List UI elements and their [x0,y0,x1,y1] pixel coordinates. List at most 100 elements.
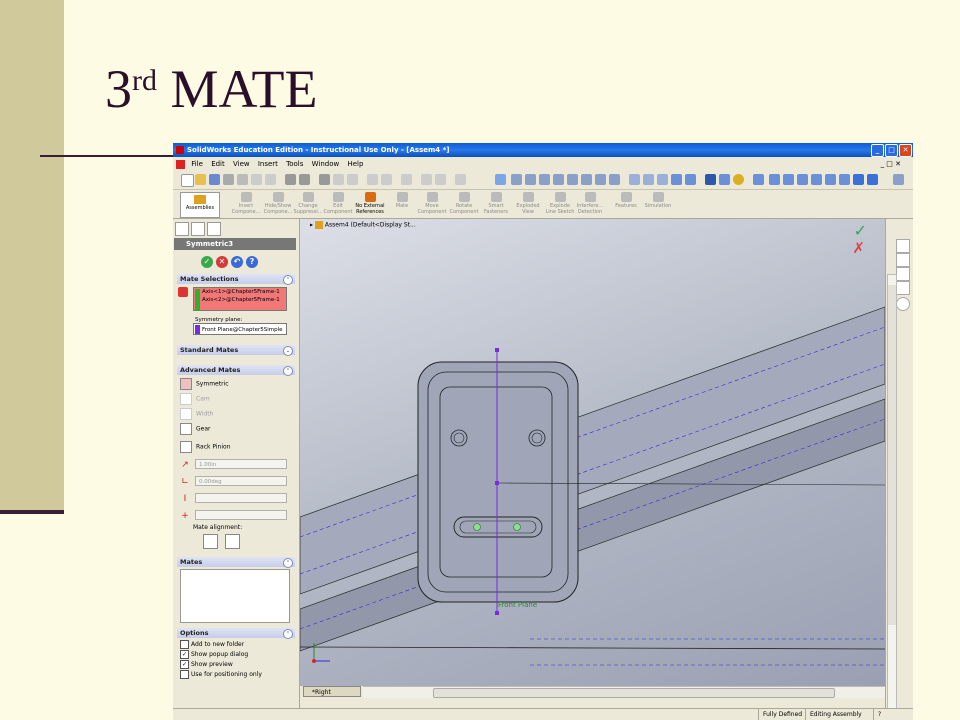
options-header[interactable]: Options ⌃ [177,628,295,639]
add-to-new-folder-option[interactable]: Add to new folder [180,640,244,650]
smart-dimension-icon[interactable] [381,174,392,185]
distance-input[interactable]: 1.00in [195,459,287,469]
horizontal-scrollbar[interactable] [363,686,885,698]
menu-file[interactable]: File [191,160,203,168]
perspective-icon[interactable] [719,174,730,185]
front-view-icon[interactable] [753,174,764,185]
normal-to-icon[interactable] [893,174,904,185]
isometric-view-icon[interactable] [839,174,850,185]
options-icon[interactable] [347,174,358,185]
right-view-icon[interactable] [797,174,808,185]
top-view-icon[interactable] [811,174,822,185]
upper-limit-input[interactable] [195,493,287,503]
cut-icon[interactable] [237,174,248,185]
view-palette-icon[interactable] [896,281,910,295]
checkbox[interactable] [180,670,189,679]
show-popup-dialog-option[interactable]: ✓ Show popup dialog [180,650,248,660]
new-icon[interactable] [181,174,194,187]
hole-icon[interactable] [401,174,412,185]
open-icon[interactable] [195,174,206,185]
checkbox[interactable]: ✓ [180,650,189,659]
shadows-icon[interactable] [705,174,716,185]
command-button[interactable]: Mate [387,192,417,216]
sketch-icon[interactable] [367,174,378,185]
mate-symmetric-option[interactable]: Symmetric [180,378,229,390]
mate-selection-item[interactable]: Axis<1>@Chapter5Frame-1 [202,288,286,296]
graphics-area[interactable]: ▸ Assem4 (Default<Display St... ✓ ✗ Fron… [300,219,885,686]
checkbox[interactable]: ✓ [180,660,189,669]
command-button[interactable]: Move Component [417,192,447,216]
menu-insert[interactable]: Insert [258,160,278,168]
collapse-pane-icon[interactable] [896,297,910,311]
status-help-icon[interactable]: ? [873,709,885,720]
command-button[interactable]: Change Suppressi... [293,192,323,216]
view-tab-right[interactable]: *Right [303,686,361,697]
collapse-icon[interactable]: ⌃ [283,275,293,285]
lower-limit-input[interactable] [195,510,287,520]
menu-window[interactable]: Window [312,160,340,168]
bottom-view-icon[interactable] [825,174,836,185]
show-preview-option[interactable]: ✓ Show preview [180,660,233,670]
mate-cam-option[interactable]: Cam [180,393,210,405]
measure-icon[interactable] [495,174,506,185]
help-button[interactable]: ? [246,256,258,268]
menu-help[interactable]: Help [347,160,363,168]
shaded-icon[interactable] [685,174,696,185]
view-orientation-icon[interactable] [609,174,620,185]
command-button[interactable]: Explode Line Sketch [545,192,575,216]
command-button[interactable]: No External References [355,192,385,216]
cancel-button[interactable]: ✕ [216,256,228,268]
advanced-mates-header[interactable]: Advanced Mates ⌃ [177,365,295,376]
mates-header[interactable]: Mates ⌃ [177,557,295,568]
wireframe-icon[interactable] [629,174,640,185]
command-button[interactable]: Insert Compone... [231,192,261,216]
rotate-icon[interactable] [567,174,578,185]
command-button[interactable]: Smart Fasteners [481,192,511,216]
mate-rack-pinion-option[interactable]: Rack Pinion [180,441,231,453]
anti-aligned-button[interactable] [225,534,240,549]
hidden-lines-visible-icon[interactable] [643,174,654,185]
feature-tree-tab[interactable] [175,222,189,236]
close-button[interactable]: ✕ [899,144,912,157]
symmetry-plane-field[interactable]: Front Plane@Chapter5Simple [193,323,287,335]
vertical-scrollbar[interactable] [887,274,897,720]
paste-icon[interactable] [265,174,276,185]
mate-selection-item[interactable]: Axis<2>@Chapter5Frame-1 [202,296,286,304]
mate-width-option[interactable]: Width [180,408,213,420]
section-view-icon[interactable] [595,174,606,185]
select-icon[interactable] [319,174,330,185]
fillet-icon[interactable] [455,174,466,185]
resources-icon[interactable] [896,239,910,253]
command-button[interactable]: Rotate Component [449,192,479,216]
ok-button[interactable]: ✓ [201,256,213,268]
realview-icon[interactable] [733,174,744,185]
minimize-button[interactable]: _ [871,144,884,157]
copy-icon[interactable] [251,174,262,185]
angle-input[interactable]: 0.00deg [195,476,287,486]
standard-mates-header[interactable]: Standard Mates ⌄ [177,345,295,356]
trimetric-view-icon[interactable] [853,174,864,185]
zoom-fit-icon[interactable] [511,174,522,185]
collapse-icon[interactable]: ⌃ [283,629,293,639]
assemblies-tab[interactable]: Assemblies [180,192,220,218]
aligned-button[interactable] [203,534,218,549]
command-button[interactable]: Simulation [643,192,673,216]
property-manager-tab[interactable] [191,222,205,236]
collapse-icon[interactable]: ⌃ [283,366,293,376]
zoom-in-icon[interactable] [539,174,550,185]
mate-selections-header[interactable]: Mate Selections ⌃ [177,274,295,285]
undo-icon[interactable] [285,174,296,185]
checkbox[interactable] [180,640,189,649]
maximize-button[interactable]: □ [885,144,898,157]
configuration-manager-tab[interactable] [207,222,221,236]
expand-icon[interactable]: ⌄ [283,346,293,356]
collapse-icon[interactable]: ⌃ [283,558,293,568]
zoom-area-icon[interactable] [525,174,536,185]
doc-window-controls[interactable]: _ □ ✕ [881,158,901,170]
mate-gear-option[interactable]: Gear [180,423,210,435]
save-icon[interactable] [209,174,220,185]
command-button[interactable]: Features [611,192,641,216]
pan-icon[interactable] [581,174,592,185]
left-view-icon[interactable] [783,174,794,185]
design-library-icon[interactable] [896,253,910,267]
